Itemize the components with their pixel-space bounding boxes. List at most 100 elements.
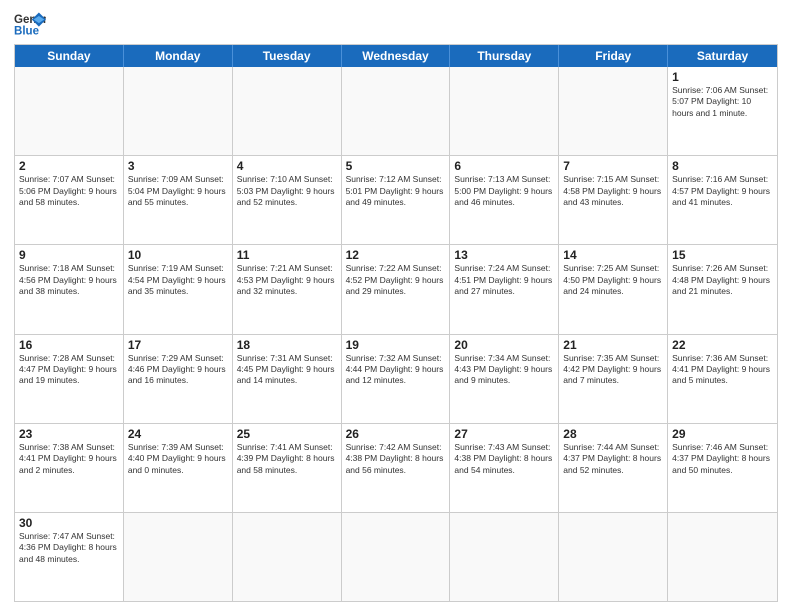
day-number: 20 bbox=[454, 338, 554, 352]
day-info: Sunrise: 7:32 AM Sunset: 4:44 PM Dayligh… bbox=[346, 353, 446, 387]
day-info: Sunrise: 7:12 AM Sunset: 5:01 PM Dayligh… bbox=[346, 174, 446, 208]
day-info: Sunrise: 7:25 AM Sunset: 4:50 PM Dayligh… bbox=[563, 263, 663, 297]
day-cell bbox=[233, 67, 342, 155]
day-cell bbox=[450, 513, 559, 601]
week-row-6: 30Sunrise: 7:47 AM Sunset: 4:36 PM Dayli… bbox=[15, 513, 777, 601]
day-cell bbox=[668, 513, 777, 601]
day-number: 15 bbox=[672, 248, 773, 262]
logo: General Blue bbox=[14, 10, 46, 38]
day-cell: 14Sunrise: 7:25 AM Sunset: 4:50 PM Dayli… bbox=[559, 245, 668, 333]
day-info: Sunrise: 7:42 AM Sunset: 4:38 PM Dayligh… bbox=[346, 442, 446, 476]
day-number: 21 bbox=[563, 338, 663, 352]
day-info: Sunrise: 7:38 AM Sunset: 4:41 PM Dayligh… bbox=[19, 442, 119, 476]
day-info: Sunrise: 7:26 AM Sunset: 4:48 PM Dayligh… bbox=[672, 263, 773, 297]
day-cell: 1Sunrise: 7:06 AM Sunset: 5:07 PM Daylig… bbox=[668, 67, 777, 155]
day-cell: 12Sunrise: 7:22 AM Sunset: 4:52 PM Dayli… bbox=[342, 245, 451, 333]
day-number: 1 bbox=[672, 70, 773, 84]
day-number: 30 bbox=[19, 516, 119, 530]
header: General Blue bbox=[14, 10, 778, 38]
day-info: Sunrise: 7:15 AM Sunset: 4:58 PM Dayligh… bbox=[563, 174, 663, 208]
day-cell bbox=[233, 513, 342, 601]
week-row-3: 9Sunrise: 7:18 AM Sunset: 4:56 PM Daylig… bbox=[15, 245, 777, 334]
day-info: Sunrise: 7:09 AM Sunset: 5:04 PM Dayligh… bbox=[128, 174, 228, 208]
day-cell: 4Sunrise: 7:10 AM Sunset: 5:03 PM Daylig… bbox=[233, 156, 342, 244]
day-info: Sunrise: 7:18 AM Sunset: 4:56 PM Dayligh… bbox=[19, 263, 119, 297]
day-info: Sunrise: 7:36 AM Sunset: 4:41 PM Dayligh… bbox=[672, 353, 773, 387]
day-cell: 16Sunrise: 7:28 AM Sunset: 4:47 PM Dayli… bbox=[15, 335, 124, 423]
day-cell: 19Sunrise: 7:32 AM Sunset: 4:44 PM Dayli… bbox=[342, 335, 451, 423]
day-cell bbox=[124, 513, 233, 601]
day-header-friday: Friday bbox=[559, 45, 668, 67]
day-cell: 29Sunrise: 7:46 AM Sunset: 4:37 PM Dayli… bbox=[668, 424, 777, 512]
day-cell: 30Sunrise: 7:47 AM Sunset: 4:36 PM Dayli… bbox=[15, 513, 124, 601]
day-cell bbox=[342, 513, 451, 601]
day-header-monday: Monday bbox=[124, 45, 233, 67]
day-cell bbox=[559, 513, 668, 601]
week-row-4: 16Sunrise: 7:28 AM Sunset: 4:47 PM Dayli… bbox=[15, 335, 777, 424]
day-number: 16 bbox=[19, 338, 119, 352]
day-info: Sunrise: 7:13 AM Sunset: 5:00 PM Dayligh… bbox=[454, 174, 554, 208]
generalblue-logo-icon: General Blue bbox=[14, 10, 46, 38]
day-number: 9 bbox=[19, 248, 119, 262]
day-number: 29 bbox=[672, 427, 773, 441]
day-cell: 24Sunrise: 7:39 AM Sunset: 4:40 PM Dayli… bbox=[124, 424, 233, 512]
day-number: 25 bbox=[237, 427, 337, 441]
day-cell: 21Sunrise: 7:35 AM Sunset: 4:42 PM Dayli… bbox=[559, 335, 668, 423]
day-info: Sunrise: 7:10 AM Sunset: 5:03 PM Dayligh… bbox=[237, 174, 337, 208]
day-cell: 25Sunrise: 7:41 AM Sunset: 4:39 PM Dayli… bbox=[233, 424, 342, 512]
day-cell bbox=[342, 67, 451, 155]
day-cell: 11Sunrise: 7:21 AM Sunset: 4:53 PM Dayli… bbox=[233, 245, 342, 333]
day-number: 13 bbox=[454, 248, 554, 262]
day-number: 7 bbox=[563, 159, 663, 173]
day-cell: 26Sunrise: 7:42 AM Sunset: 4:38 PM Dayli… bbox=[342, 424, 451, 512]
day-cell: 15Sunrise: 7:26 AM Sunset: 4:48 PM Dayli… bbox=[668, 245, 777, 333]
day-number: 18 bbox=[237, 338, 337, 352]
day-cell: 5Sunrise: 7:12 AM Sunset: 5:01 PM Daylig… bbox=[342, 156, 451, 244]
day-info: Sunrise: 7:06 AM Sunset: 5:07 PM Dayligh… bbox=[672, 85, 773, 119]
day-cell: 20Sunrise: 7:34 AM Sunset: 4:43 PM Dayli… bbox=[450, 335, 559, 423]
day-cell: 22Sunrise: 7:36 AM Sunset: 4:41 PM Dayli… bbox=[668, 335, 777, 423]
day-cell bbox=[124, 67, 233, 155]
day-number: 26 bbox=[346, 427, 446, 441]
day-number: 23 bbox=[19, 427, 119, 441]
day-info: Sunrise: 7:22 AM Sunset: 4:52 PM Dayligh… bbox=[346, 263, 446, 297]
day-info: Sunrise: 7:41 AM Sunset: 4:39 PM Dayligh… bbox=[237, 442, 337, 476]
day-info: Sunrise: 7:21 AM Sunset: 4:53 PM Dayligh… bbox=[237, 263, 337, 297]
week-row-5: 23Sunrise: 7:38 AM Sunset: 4:41 PM Dayli… bbox=[15, 424, 777, 513]
day-cell: 2Sunrise: 7:07 AM Sunset: 5:06 PM Daylig… bbox=[15, 156, 124, 244]
day-number: 5 bbox=[346, 159, 446, 173]
day-info: Sunrise: 7:16 AM Sunset: 4:57 PM Dayligh… bbox=[672, 174, 773, 208]
day-cell: 8Sunrise: 7:16 AM Sunset: 4:57 PM Daylig… bbox=[668, 156, 777, 244]
day-header-wednesday: Wednesday bbox=[342, 45, 451, 67]
day-number: 3 bbox=[128, 159, 228, 173]
day-cell bbox=[15, 67, 124, 155]
day-cell bbox=[559, 67, 668, 155]
calendar: SundayMondayTuesdayWednesdayThursdayFrid… bbox=[14, 44, 778, 602]
page: General Blue SundayMondayTuesdayWednesda… bbox=[0, 0, 792, 612]
day-cell: 9Sunrise: 7:18 AM Sunset: 4:56 PM Daylig… bbox=[15, 245, 124, 333]
day-cell: 23Sunrise: 7:38 AM Sunset: 4:41 PM Dayli… bbox=[15, 424, 124, 512]
day-number: 11 bbox=[237, 248, 337, 262]
day-header-thursday: Thursday bbox=[450, 45, 559, 67]
day-info: Sunrise: 7:31 AM Sunset: 4:45 PM Dayligh… bbox=[237, 353, 337, 387]
day-cell: 3Sunrise: 7:09 AM Sunset: 5:04 PM Daylig… bbox=[124, 156, 233, 244]
day-number: 2 bbox=[19, 159, 119, 173]
day-info: Sunrise: 7:19 AM Sunset: 4:54 PM Dayligh… bbox=[128, 263, 228, 297]
week-row-2: 2Sunrise: 7:07 AM Sunset: 5:06 PM Daylig… bbox=[15, 156, 777, 245]
svg-text:Blue: Blue bbox=[14, 26, 40, 38]
day-number: 28 bbox=[563, 427, 663, 441]
day-cell: 6Sunrise: 7:13 AM Sunset: 5:00 PM Daylig… bbox=[450, 156, 559, 244]
day-number: 14 bbox=[563, 248, 663, 262]
day-number: 22 bbox=[672, 338, 773, 352]
day-info: Sunrise: 7:39 AM Sunset: 4:40 PM Dayligh… bbox=[128, 442, 228, 476]
day-number: 19 bbox=[346, 338, 446, 352]
day-number: 8 bbox=[672, 159, 773, 173]
day-info: Sunrise: 7:43 AM Sunset: 4:38 PM Dayligh… bbox=[454, 442, 554, 476]
day-number: 6 bbox=[454, 159, 554, 173]
day-number: 24 bbox=[128, 427, 228, 441]
day-number: 4 bbox=[237, 159, 337, 173]
day-cell: 17Sunrise: 7:29 AM Sunset: 4:46 PM Dayli… bbox=[124, 335, 233, 423]
calendar-grid: 1Sunrise: 7:06 AM Sunset: 5:07 PM Daylig… bbox=[15, 67, 777, 601]
day-info: Sunrise: 7:24 AM Sunset: 4:51 PM Dayligh… bbox=[454, 263, 554, 297]
day-info: Sunrise: 7:44 AM Sunset: 4:37 PM Dayligh… bbox=[563, 442, 663, 476]
